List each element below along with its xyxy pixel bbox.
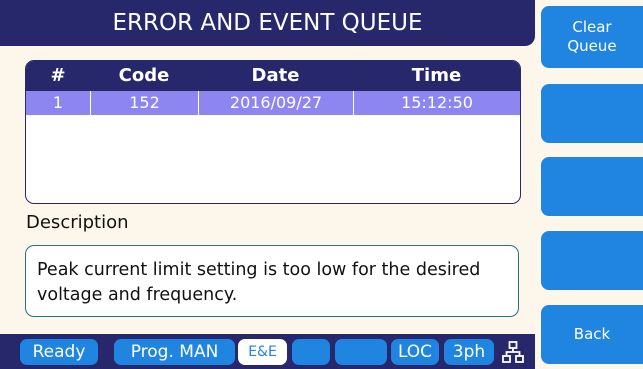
softkey-4[interactable] — [541, 231, 643, 290]
row-date: 2016/09/27 — [198, 91, 353, 115]
clear-queue-label-line1: Clear — [572, 18, 612, 36]
event-queue-table: # Code Date Time 1 152 2016/09/27 15:12:… — [25, 60, 521, 204]
column-header-date: Date — [251, 65, 300, 86]
row-number: 1 — [52, 93, 64, 112]
status-phase: 3ph — [444, 339, 494, 365]
description-text: Peak current limit setting is too low fo… — [25, 245, 519, 317]
status-bar: Ready Prog. MAN E&E LOC 3ph — [0, 334, 535, 369]
status-empty-2 — [335, 339, 387, 365]
back-button[interactable]: Back — [541, 305, 643, 364]
description-label: Description — [26, 212, 129, 233]
page-title: ERROR AND EVENT QUEUE — [0, 0, 535, 46]
status-error-event: E&E — [238, 339, 287, 365]
column-header-time: Time — [411, 65, 462, 86]
clear-queue-label-line2: Queue — [567, 37, 617, 55]
status-ready: Ready — [20, 339, 98, 365]
status-local: LOC — [391, 339, 439, 365]
softkey-2[interactable] — [541, 84, 643, 143]
column-header-code: Code — [118, 65, 170, 86]
softkey-panel: Clear Queue Back — [535, 0, 643, 369]
network-icon — [502, 341, 524, 363]
status-empty-1 — [292, 339, 330, 365]
table-header: # Code Date Time — [26, 61, 520, 91]
clear-queue-button[interactable]: Clear Queue — [541, 6, 643, 68]
softkey-3[interactable] — [541, 157, 643, 216]
table-row[interactable]: 1 152 2016/09/27 15:12:50 — [26, 91, 520, 115]
row-time: 15:12:50 — [353, 91, 520, 115]
column-header-number: # — [50, 65, 66, 86]
row-code: 152 — [90, 91, 198, 115]
status-program-mode: Prog. MAN — [114, 339, 235, 365]
